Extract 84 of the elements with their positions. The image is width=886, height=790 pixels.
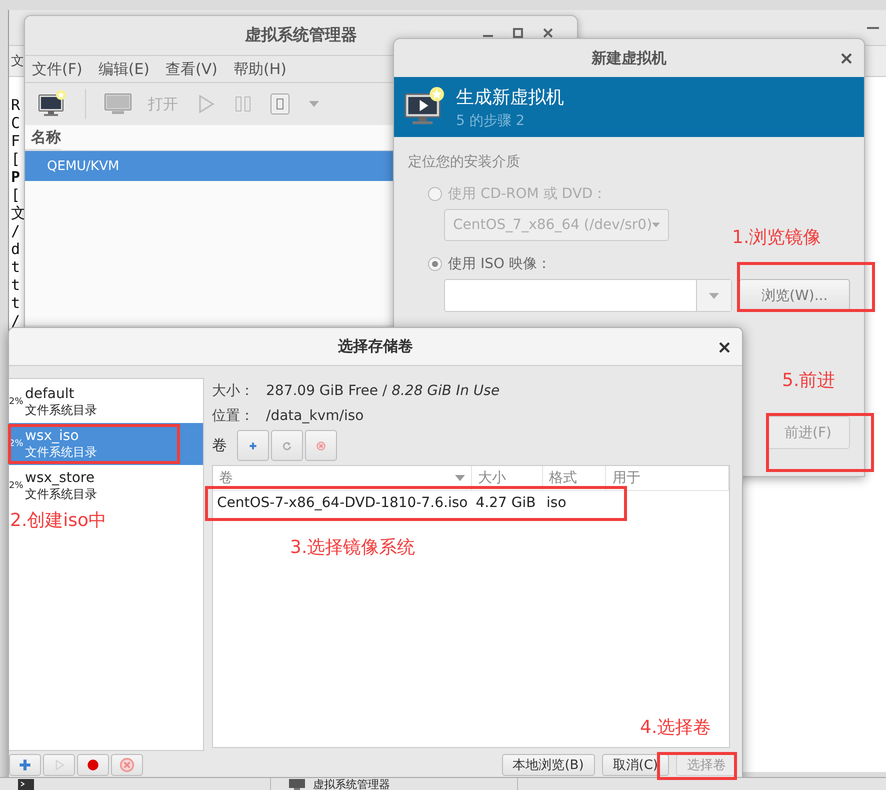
terminal-line: C	[11, 114, 20, 132]
pool-type: 文件系统目录	[25, 444, 97, 460]
terminal-line: R	[11, 96, 20, 114]
terminal-line: [	[11, 186, 20, 204]
terminal-line: [	[11, 150, 20, 168]
taskbar-label: 虚拟系统管理器	[313, 778, 390, 790]
local-browse-button[interactable]: 本地浏览(B)	[502, 754, 595, 776]
close-icon[interactable]	[719, 342, 730, 353]
pool-type: 文件系统目录	[25, 402, 97, 418]
caret-icon[interactable]	[709, 292, 720, 298]
close-icon[interactable]	[543, 28, 553, 38]
window-title: 虚拟系统管理器	[245, 25, 357, 46]
size-label: 大小：	[212, 382, 254, 400]
start-pool-button[interactable]	[43, 754, 75, 776]
refresh-button[interactable]	[271, 430, 303, 461]
column-header[interactable]: 卷	[213, 466, 472, 490]
section-label: 定位您的安装介质	[408, 153, 521, 171]
caret-icon[interactable]	[308, 100, 320, 108]
power-switch-icon[interactable]	[270, 93, 290, 115]
volumes-label: 卷	[212, 436, 227, 455]
iso-path-field[interactable]	[444, 279, 732, 312]
terminal-line: /	[11, 312, 20, 330]
usage-label: 2%	[9, 481, 23, 491]
delete-button[interactable]	[305, 430, 337, 461]
minimize-icon[interactable]	[867, 27, 879, 31]
terminal-line: P	[11, 168, 20, 186]
menu-item[interactable]: 文	[11, 52, 24, 70]
step-indicator: 5 的步骤 2	[456, 112, 526, 130]
terminal-line: /	[11, 222, 20, 240]
browse-button[interactable]: 浏览(W)...	[739, 279, 850, 312]
location-value: /data_kvm/iso	[266, 408, 364, 424]
annotation-label: 3.选择镜像系统	[290, 536, 416, 559]
menu-item[interactable]: 编辑(E)	[98, 60, 150, 78]
sort-icon	[455, 475, 466, 481]
radio-button[interactable]	[428, 257, 442, 271]
delete-pool-button[interactable]	[111, 754, 143, 776]
delete-pool-icon	[119, 757, 135, 773]
menu-item[interactable]: 查看(V)	[166, 60, 218, 78]
table-cell-text: iso	[546, 494, 568, 513]
column-header[interactable]: 名称	[25, 125, 61, 150]
monitor-icon	[104, 92, 132, 116]
annotation-label: 5.前进	[782, 369, 836, 392]
cancel-button[interactable]: 取消(C)	[602, 754, 669, 776]
stop-pool-button[interactable]	[77, 754, 109, 776]
column-header[interactable]: 格式	[542, 466, 606, 490]
pool-name: default	[25, 386, 76, 402]
terminal-line: 文	[11, 204, 26, 222]
dialog-title: 选择存储卷	[338, 337, 413, 356]
table-cell-text: CentOS-7-x86_64-DVD-1810-7.6.iso	[216, 494, 469, 513]
dropdown-value: CentOS_7_x86_64 (/dev/sr0)	[453, 217, 652, 233]
terminal-icon	[18, 779, 34, 790]
usage-label: 2%	[9, 397, 23, 407]
stop-pool-icon	[85, 757, 101, 773]
new-vm-icon	[402, 87, 446, 127]
annotation-label: 2.创建iso中	[10, 509, 107, 532]
column-header[interactable]: 用于	[606, 466, 728, 490]
monitor-icon	[289, 779, 305, 790]
caret-icon	[652, 222, 660, 228]
table-cell-text: 4.27 GiB	[474, 494, 537, 513]
terminal-line: F	[11, 132, 20, 150]
terminal-line: t	[11, 258, 20, 276]
add-pool-icon	[17, 757, 33, 773]
terminal-line: t	[11, 294, 20, 312]
size-value: 287.09 GiB Free / 8.28 GiB In Use	[266, 382, 500, 398]
annotation-label: 1.浏览镜像	[732, 226, 822, 249]
maximize-icon[interactable]	[513, 28, 523, 38]
radio-label: 使用 ISO 映像：	[448, 255, 551, 273]
terminal-line: d	[11, 240, 20, 258]
menu-item[interactable]: 文件(F)	[32, 60, 82, 78]
new-vm-icon[interactable]	[37, 90, 67, 118]
column-header[interactable]: 大小	[472, 466, 543, 490]
radio-label: 使用 CD-ROM 或 DVD：	[448, 185, 607, 203]
menu-item[interactable]: 帮助(H)	[234, 60, 286, 78]
add-pool-button[interactable]	[9, 754, 41, 776]
banner-title: 生成新虚拟机	[456, 86, 564, 108]
pool-type: 文件系统目录	[25, 486, 97, 502]
annotation-label: 4.选择卷	[640, 716, 712, 739]
pool-name: wsx_store	[25, 470, 96, 486]
location-label: 位置：	[212, 406, 254, 424]
add-volume-button[interactable]	[237, 430, 269, 461]
close-icon[interactable]	[841, 53, 852, 64]
terminal-line: t	[11, 276, 20, 294]
dialog-title: 新建虚拟机	[592, 48, 666, 68]
pool-name: wsx_iso	[25, 428, 80, 444]
